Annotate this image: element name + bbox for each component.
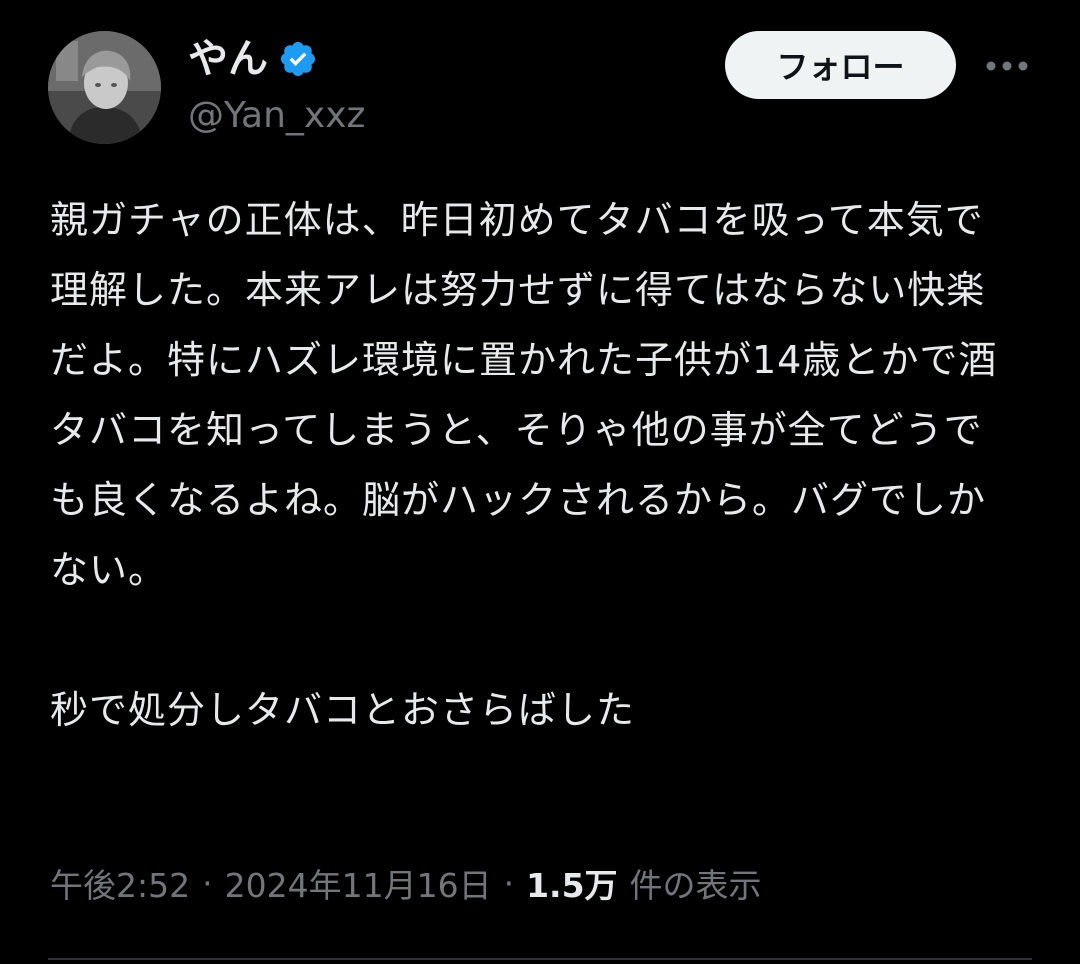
avatar[interactable] <box>48 31 161 144</box>
tweet-header: やん @Yan_xxz フォロー <box>0 0 1080 160</box>
meta-separator: · <box>202 863 213 903</box>
author-display-name[interactable]: やん <box>188 34 268 84</box>
tweet-paragraph: 秒で処分しタバコとおさらばした <box>50 688 636 732</box>
divider <box>48 958 1032 960</box>
tweet-meta: 午後2:52 · 2024年11月16日 · 1.5万 件の表示 <box>50 858 762 908</box>
tweet-text: 親ガチャの正体は、昨日初めてタバコを吸って本気で理解した。本来アレは努力せずに得… <box>50 185 1015 745</box>
verified-badge-icon[interactable] <box>278 39 318 79</box>
views-count[interactable]: 1.5万 <box>526 859 617 907</box>
tweet-paragraph: 親ガチャの正体は、昨日初めてタバコを吸って本気で理解した。本来アレは努力せずに得… <box>50 198 998 592</box>
views-label: 件の表示 <box>629 866 762 905</box>
more-options-icon[interactable] <box>982 44 1032 88</box>
tweet-time[interactable]: 午後2:52 <box>50 859 190 907</box>
meta-separator: · <box>503 863 515 903</box>
author-name-row: やん <box>188 34 318 84</box>
follow-button[interactable]: フォロー <box>725 31 956 99</box>
avatar-image <box>48 31 161 144</box>
tweet-date[interactable]: 2024年11月16日 <box>225 859 492 907</box>
author-handle[interactable]: @Yan_xxz <box>188 93 365 139</box>
